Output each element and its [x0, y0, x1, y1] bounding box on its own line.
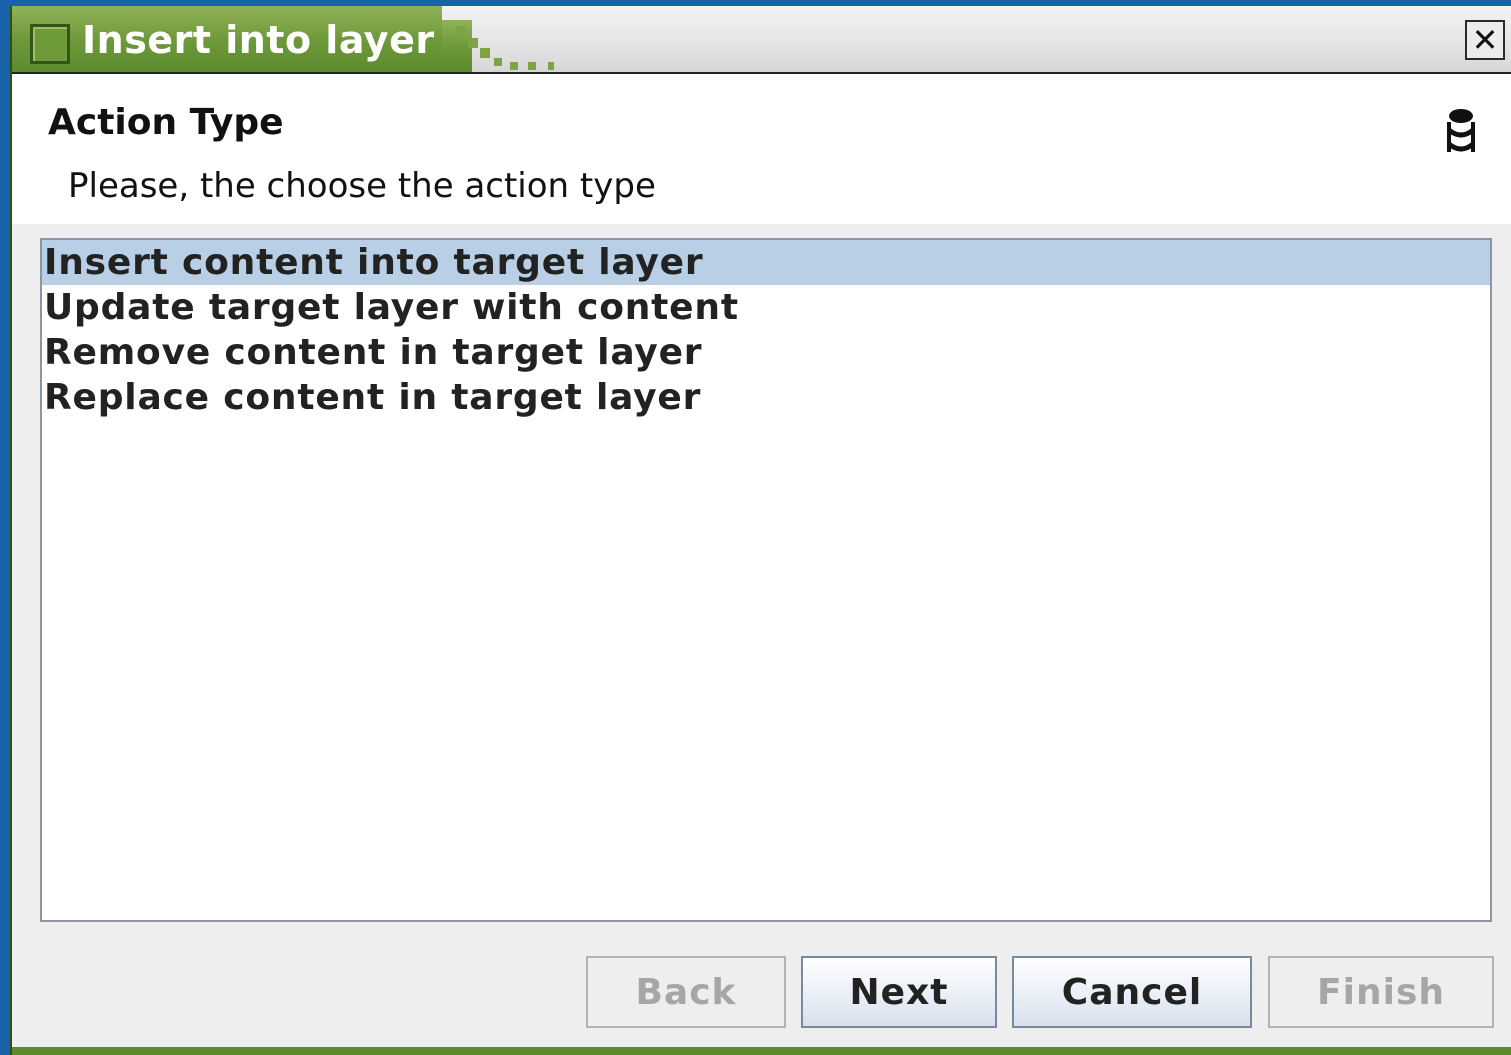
dialog-content: Action Type Please, the choose the actio… [12, 72, 1511, 1047]
list-item-replace[interactable]: Replace content in target layer [42, 375, 1490, 420]
database-icon [1447, 109, 1475, 152]
page-subtitle: Please, the choose the action type [68, 166, 656, 206]
window-menu-icon[interactable] [30, 24, 70, 64]
title-decoration [452, 20, 562, 72]
title-bar[interactable]: Insert into layer ✕ [12, 6, 1511, 72]
dialog-window: Insert into layer ✕ Action Type Please, … [10, 6, 1511, 1055]
next-button[interactable]: Next [801, 956, 997, 1028]
list-item-insert[interactable]: Insert content into target layer [42, 240, 1490, 285]
wizard-header: Action Type Please, the choose the actio… [12, 74, 1511, 224]
cancel-button[interactable]: Cancel [1012, 956, 1252, 1028]
list-item-remove[interactable]: Remove content in target layer [42, 330, 1490, 375]
finish-button[interactable]: Finish [1268, 956, 1494, 1028]
back-button[interactable]: Back [586, 956, 786, 1028]
window-bottom-border [12, 1047, 1511, 1055]
window-title: Insert into layer [82, 18, 435, 62]
close-button[interactable]: ✕ [1465, 20, 1505, 60]
list-item-update[interactable]: Update target layer with content [42, 285, 1490, 330]
close-icon: ✕ [1471, 21, 1499, 59]
action-type-list[interactable]: Insert content into target layer Update … [40, 238, 1492, 922]
page-title: Action Type [48, 102, 284, 143]
